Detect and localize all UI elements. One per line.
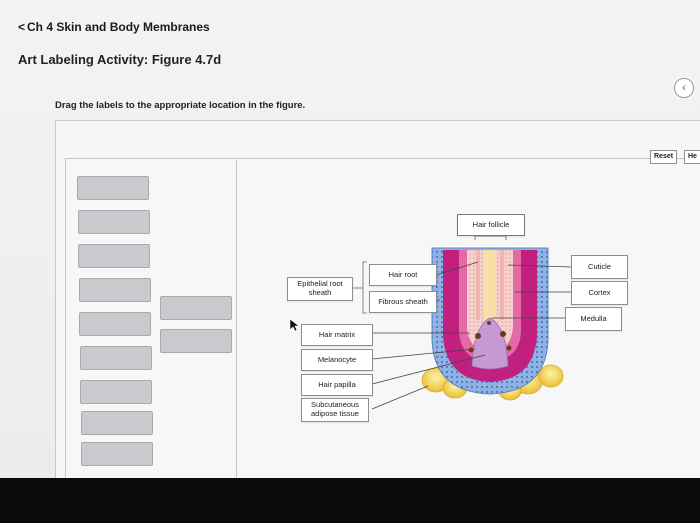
label-bank-slot[interactable] — [80, 380, 152, 404]
previous-circle-button[interactable]: ‹ — [674, 78, 694, 98]
label-subcutaneous-adipose-tissue[interactable]: Subcutaneous adipose tissue — [301, 398, 369, 422]
label-melanocyte[interactable]: Melanocyte — [301, 349, 373, 371]
activity-title: Art Labeling Activity: Figure 4.7d — [18, 52, 222, 67]
page: < Ch 4 Skin and Body Membranes Art Labeli… — [0, 0, 700, 482]
label-hair-papilla[interactable]: Hair papilla — [301, 374, 373, 396]
label-bank-slot[interactable] — [160, 329, 232, 353]
label-hair-root[interactable]: Hair root — [369, 264, 437, 286]
label-hair-follicle[interactable]: Hair follicle — [457, 214, 525, 236]
label-bank-slot[interactable] — [78, 210, 150, 234]
instruction-text: Drag the labels to the appropriate locat… — [55, 100, 306, 111]
label-bank-slot[interactable] — [80, 346, 152, 370]
label-bank-divider — [236, 160, 237, 480]
label-medulla[interactable]: Medulla — [565, 307, 622, 331]
chapter-link-label: Ch 4 Skin and Body Membranes — [27, 20, 210, 34]
label-bank-slot[interactable] — [78, 244, 150, 268]
label-hair-matrix[interactable]: Hair matrix — [301, 324, 373, 346]
label-bank-slot[interactable] — [81, 411, 153, 435]
help-button[interactable]: He — [684, 150, 700, 164]
label-cortex[interactable]: Cortex — [571, 281, 628, 305]
chevron-left-icon: < — [18, 20, 26, 34]
label-bank-slot[interactable] — [77, 176, 149, 200]
label-epithelial-root-sheath[interactable]: Epithelial root sheath — [287, 277, 353, 301]
label-bank-slot[interactable] — [79, 278, 151, 302]
mouse-cursor-icon — [289, 318, 299, 332]
label-bank-slot[interactable] — [81, 442, 153, 466]
screen-bezel — [0, 478, 700, 523]
label-cuticle[interactable]: Cuticle — [571, 255, 628, 279]
label-bank-slot[interactable] — [79, 312, 151, 336]
reset-button[interactable]: Reset — [650, 150, 678, 164]
chapter-back-link[interactable]: < Ch 4 Skin and Body Membranes — [18, 20, 210, 34]
label-fibrous-sheath[interactable]: Fibrous sheath — [369, 291, 437, 313]
label-bank-slot[interactable] — [160, 296, 232, 320]
chevron-left-icon: ‹ — [682, 82, 686, 94]
